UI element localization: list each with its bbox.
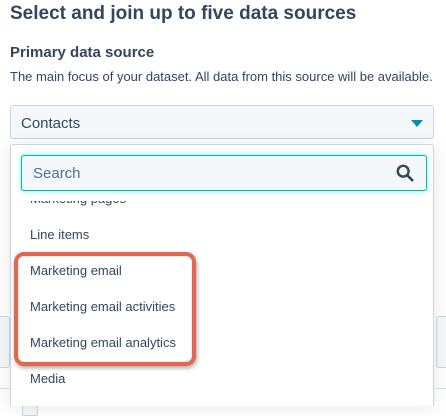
option-marketing-pages[interactable]: Marketing pages bbox=[11, 201, 433, 217]
select-value: Contacts bbox=[21, 115, 81, 132]
background-field bbox=[436, 316, 446, 368]
background-field bbox=[0, 316, 10, 368]
option-marketing-email-analytics[interactable]: Marketing email analytics bbox=[11, 325, 433, 361]
page-title: Select and join up to five data sources bbox=[10, 3, 357, 24]
search-input[interactable] bbox=[22, 156, 382, 190]
option-line-items[interactable]: Line items bbox=[11, 217, 433, 253]
primary-data-source-description: The main focus of your dataset. All data… bbox=[10, 69, 433, 84]
option-marketing-email-activities[interactable]: Marketing email activities bbox=[11, 289, 433, 325]
data-source-dropdown: Marketing pages Line items Marketing ema… bbox=[10, 144, 434, 406]
caret-down-icon bbox=[411, 120, 423, 127]
search-icon[interactable] bbox=[396, 164, 414, 182]
primary-data-source-select[interactable]: Contacts bbox=[10, 105, 434, 139]
dropdown-options-list[interactable]: Marketing pages Line items Marketing ema… bbox=[11, 201, 433, 406]
option-marketing-email[interactable]: Marketing email bbox=[11, 253, 433, 289]
search-box[interactable] bbox=[21, 155, 427, 191]
primary-data-source-label: Primary data source bbox=[10, 44, 155, 61]
option-media[interactable]: Media bbox=[11, 361, 433, 397]
